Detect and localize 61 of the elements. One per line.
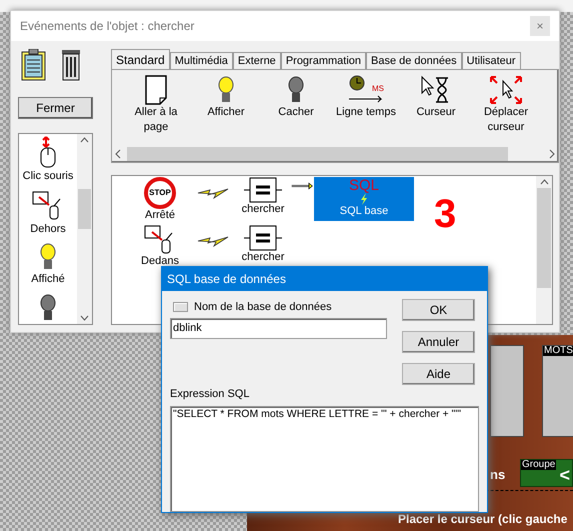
node-label: chercher [242,203,284,217]
clipboard-icon [21,49,46,81]
hint-text: Placer le curseur (clic gauche [398,513,568,525]
scrollbar[interactable] [536,176,552,324]
dialog-button[interactable]: OK [402,299,475,321]
lightbulb-icon [288,76,304,104]
node-label: Dedans [141,254,179,268]
close-button[interactable]: × [530,16,550,36]
scroll-thumb[interactable] [537,188,551,288]
event-list[interactable]: Clic souris Dehors Affiché [18,133,93,325]
node-label: Arrêté [145,209,175,223]
dialog-button[interactable]: Aide [402,363,475,385]
scroll-right-icon[interactable] [548,149,556,159]
trash-icon [60,49,82,81]
checkbox-label: Nom de la base de données [194,300,332,315]
expression-label: Expression SQL [170,388,250,400]
close-button[interactable]: Fermer [18,97,93,119]
action-label[interactable]: Déplacer curseur [474,105,538,135]
arrow-icon [291,181,313,191]
mouse-click-icon [38,136,58,168]
checkbox[interactable] [173,302,188,312]
action-label[interactable]: Aller à la page [124,105,188,135]
tab[interactable]: Multimédia [170,52,233,69]
lightbulb-icon [218,76,234,104]
tab[interactable]: Base de données [366,52,462,69]
sql-expression-field[interactable]: "SELECT * FROM mots WHERE LETTRE = '" + chercher + "'" [170,406,479,512]
event-label: Clic souris [22,169,74,184]
node-label: SQL base [340,206,388,217]
action-label[interactable]: Cacher [278,105,314,120]
equals-box-icon [244,177,282,203]
stop-sign-icon: STOP [144,177,176,209]
action-label[interactable]: Curseur [416,105,456,120]
lightning-icon [360,193,368,205]
panel-label: MOTS [543,346,573,356]
step-number: 3 [434,194,456,234]
sql-action-node[interactable]: SQL SQL base [314,177,414,221]
tab[interactable]: Programmation [280,52,366,69]
action-label[interactable]: Afficher [207,105,245,120]
caption-text: ns [490,468,506,481]
node-label: chercher [242,250,284,264]
database-name-field[interactable]: dblink [170,318,387,338]
event-label: Dehors [30,222,66,236]
event-label: Affiché [31,272,65,287]
sql-label: SQL [348,178,379,193]
scrollbar[interactable] [77,134,92,324]
dialog-title: SQL base de données [167,271,286,288]
tab[interactable]: Utilisateur [462,52,521,69]
equals-box-icon [244,224,282,251]
group-button[interactable]: < [559,466,570,484]
action-label[interactable]: Ligne temps [336,105,396,120]
lightbulb-icon [40,294,56,322]
move-cursor-icon [489,74,523,104]
window-title: Evénements de l'objet : chercher [20,18,194,35]
page-icon [144,74,168,104]
scroll-thumb[interactable] [78,189,91,229]
tab[interactable]: Standard [111,49,170,69]
dialog-button[interactable]: Annuler [402,331,475,353]
group-label: Groupe [521,460,556,470]
tab[interactable]: Externe [232,52,281,69]
scroll-left-icon[interactable] [114,149,122,159]
lightbulb-icon [40,243,56,271]
